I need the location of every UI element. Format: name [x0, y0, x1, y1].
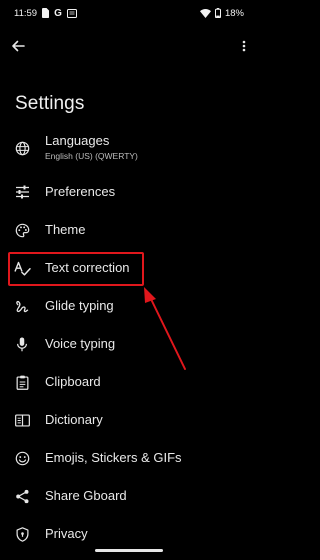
annotation-arrow	[144, 287, 186, 370]
gesture-bar[interactable]	[95, 549, 163, 552]
